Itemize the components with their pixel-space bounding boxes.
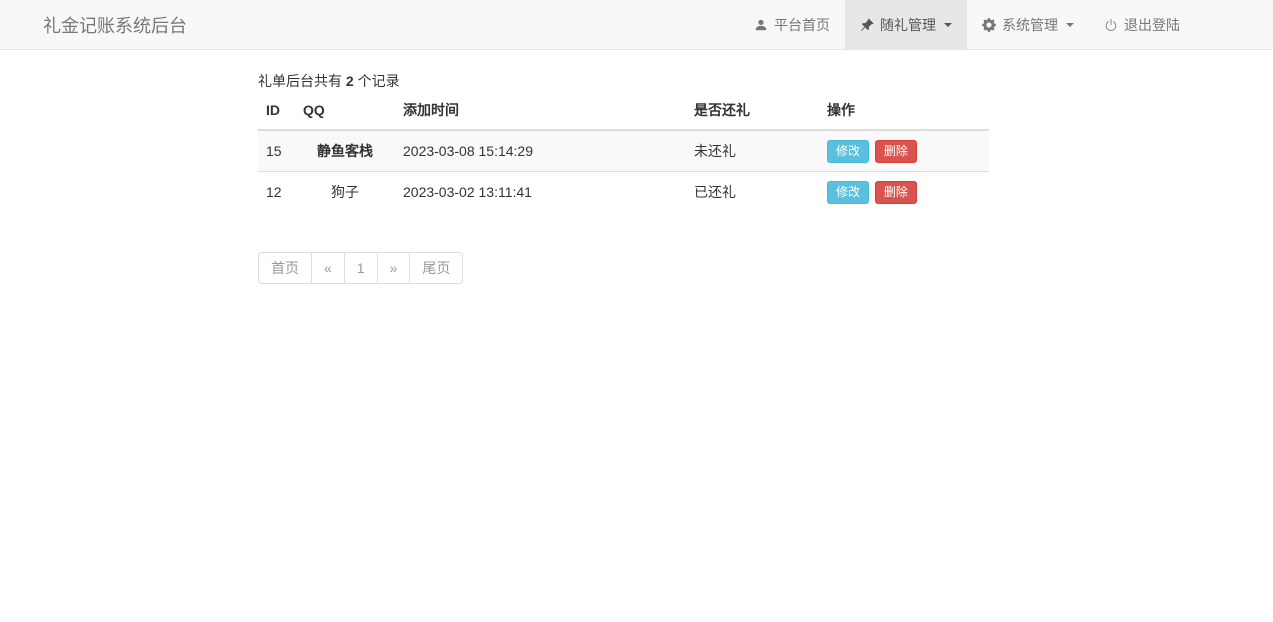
pagination-prev[interactable]: « [311,252,345,284]
pagination: 首页 «1» 尾页 [258,252,464,284]
cell-id: 12 [258,171,295,212]
nav-item-gift-management[interactable]: 随礼管理 [845,0,967,50]
navbar-menu: 平台首页 随礼管理 系统管理 退出登陆 [739,0,1195,50]
table-row: 15 静鱼客栈 2023-03-08 15:14:29 未还礼 修改 删除 [258,129,989,172]
nav-item-logout[interactable]: 退出登陆 [1089,0,1195,50]
record-count-summary: 礼单后台共有 2 个记录 [258,71,989,91]
nav-item-label: 随礼管理 [880,17,936,33]
records-table: ID QQ 添加时间 是否还礼 操作 15 静鱼客栈 2023-03-08 15… [258,91,989,212]
nav-item-platform-home[interactable]: 平台首页 [739,0,845,50]
chevron-down-icon [1066,23,1074,27]
header-actions: 操作 [819,91,989,131]
cell-return-status: 未还礼 [686,129,819,172]
header-added-time: 添加时间 [395,91,686,131]
record-count: 2 [345,73,354,89]
summary-prefix: 礼单后台共有 [258,73,342,89]
header-id: ID [258,91,295,131]
cell-added-time: 2023-03-02 13:11:41 [395,171,686,212]
delete-button[interactable]: 删除 [874,140,917,163]
cell-id: 15 [258,129,295,172]
pagination-last[interactable]: 尾页 [409,252,464,284]
cell-qq: 狗子 [295,171,395,212]
user-icon [754,18,768,32]
edit-button[interactable]: 修改 [827,181,870,204]
pagination-page-1[interactable]: 1 [343,252,378,284]
chevron-down-icon [944,23,952,27]
power-icon [1104,18,1118,32]
cell-actions: 修改 删除 [819,129,989,172]
edit-button[interactable]: 修改 [827,140,870,163]
table-row: 12 狗子 2023-03-02 13:11:41 已还礼 修改 删除 [258,171,989,212]
pushpin-icon [860,18,874,32]
table-body: 15 静鱼客栈 2023-03-08 15:14:29 未还礼 修改 删除 12… [258,129,989,212]
top-navbar: 礼金记账系统后台 平台首页 随礼管理 系统管理 退出登陆 [0,0,1273,50]
nav-item-label: 平台首页 [774,17,830,33]
table-header-row: ID QQ 添加时间 是否还礼 操作 [258,91,989,131]
cell-return-status: 已还礼 [686,171,819,212]
app-title[interactable]: 礼金记账系统后台 [0,0,202,49]
header-qq: QQ [295,91,395,131]
summary-suffix: 个记录 [357,73,400,89]
cell-qq: 静鱼客栈 [295,129,395,172]
header-return-status: 是否还礼 [686,91,819,131]
gear-icon [982,18,996,32]
cell-added-time: 2023-03-08 15:14:29 [395,129,686,172]
pagination-next[interactable]: » [376,252,411,284]
nav-item-system-management[interactable]: 系统管理 [967,0,1089,50]
cell-actions: 修改 删除 [819,171,989,212]
main-content: 礼单后台共有 2 个记录 ID QQ 添加时间 是否还礼 操作 15 静鱼客栈 … [258,71,989,284]
delete-button[interactable]: 删除 [874,181,917,204]
pagination-first[interactable]: 首页 [258,252,312,284]
nav-item-label: 系统管理 [1002,17,1058,33]
nav-item-label: 退出登陆 [1124,17,1180,33]
